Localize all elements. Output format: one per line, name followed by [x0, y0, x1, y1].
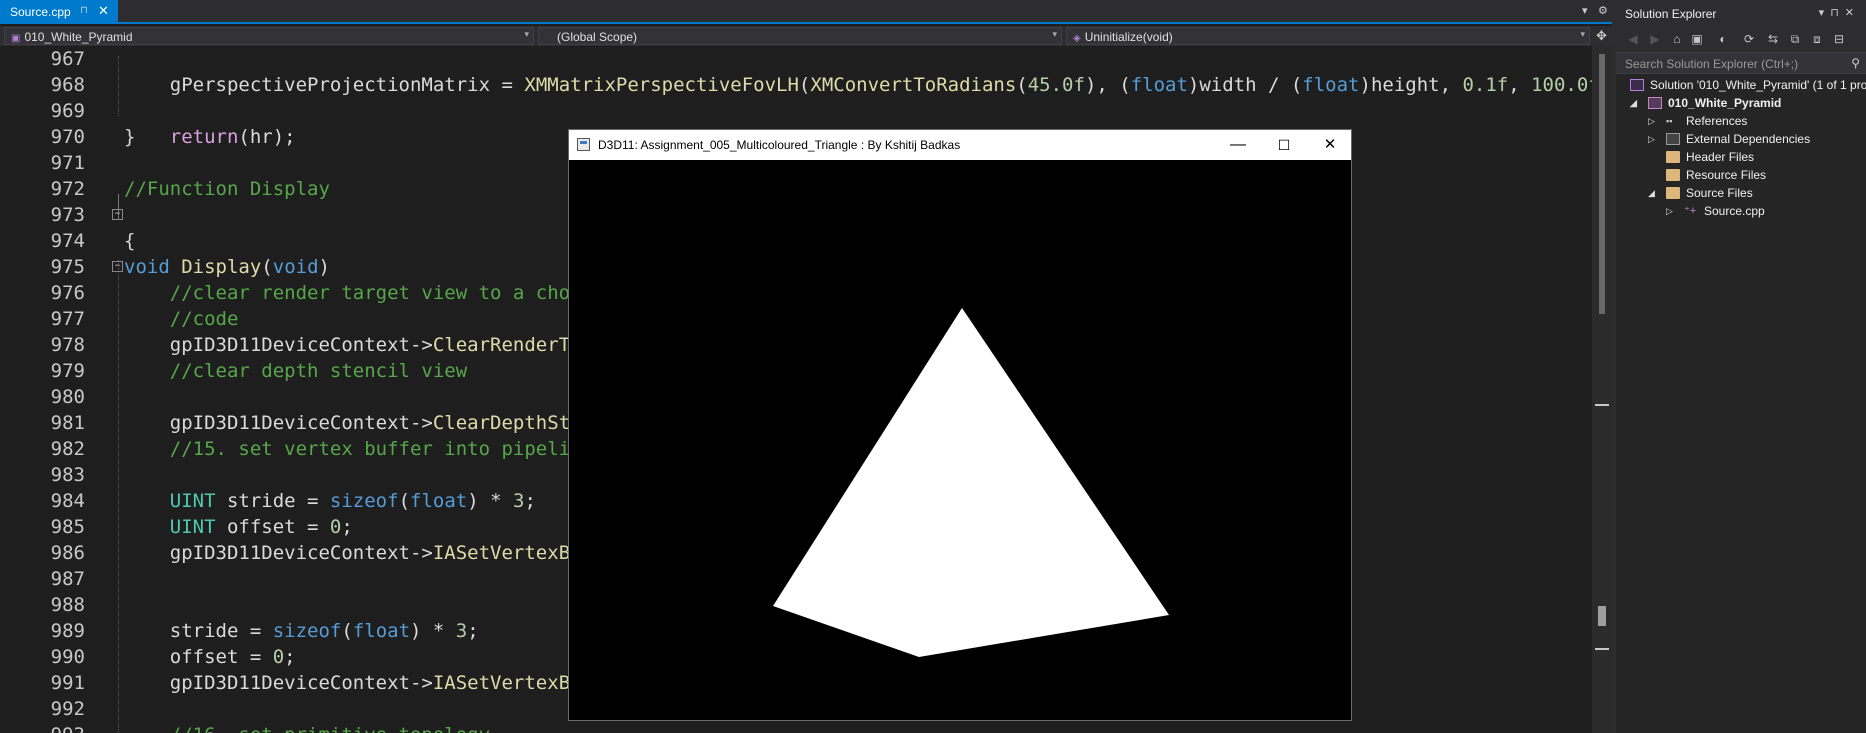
maximize-button[interactable]: ☐: [1261, 130, 1307, 160]
solution-explorer-panel: Solution Explorer ▾⊓✕ ◀ ▶ ⌂ ▣ ◐ ⟳ ⇆ ⧉ ⧈ …: [1612, 0, 1866, 733]
chevron-down-icon: ▾: [524, 29, 529, 39]
code-line: 975 − //code: [50, 256, 239, 330]
chevron-down-icon: ▾: [1052, 29, 1057, 39]
scope-dropdown[interactable]: (Global Scope) ▾: [538, 27, 1062, 45]
expand-arrow-icon[interactable]: ▷: [1648, 112, 1660, 130]
document-tab-strip: Source.cpp ⊓ ✕ ▾ ⚙: [0, 0, 1612, 24]
window-title: D3D11: Assignment_005_Multicoloured_Tria…: [598, 138, 961, 152]
code-line: 985 gpID3D11DeviceContext->IASetVertexBu: [50, 516, 582, 564]
expand-arrow-icon[interactable]: ▷: [1648, 130, 1660, 148]
render-svg: [773, 308, 1169, 657]
settings-gear-icon[interactable]: ⚙: [1598, 4, 1608, 17]
home-icon[interactable]: ⌂: [1670, 32, 1684, 46]
cpp-file-icon: ⁺+: [1684, 205, 1697, 217]
collapse-toggle-icon[interactable]: −: [112, 261, 123, 272]
folder-icon: [1666, 169, 1680, 181]
scroll-marker: [1595, 648, 1609, 650]
switch-views-icon[interactable]: ▣: [1690, 32, 1704, 46]
references-icon: [1666, 112, 1680, 130]
method-icon: ◈: [1073, 33, 1081, 44]
code-line: 977 gpID3D11DeviceContext->ClearRenderTa: [50, 308, 582, 356]
collapse-all-icon[interactable]: ⧉: [1788, 32, 1802, 46]
close-icon[interactable]: ✕: [1845, 7, 1860, 19]
forward-icon[interactable]: ▶: [1648, 32, 1662, 46]
collapse-arrow-icon[interactable]: ◢: [1648, 184, 1660, 202]
indent-guide: [118, 56, 119, 116]
tab-label: Source.cpp: [10, 5, 71, 19]
indent-guide: [118, 260, 119, 733]
folder-icon: [1666, 187, 1680, 199]
editor-vertical-scrollbar[interactable]: [1592, 46, 1612, 733]
code-line: 967 gPerspectiveProjectionMatrix = XMMat…: [50, 48, 1592, 96]
split-editor-icon[interactable]: ✥: [1596, 28, 1607, 44]
scroll-marker: [1595, 404, 1609, 406]
code-line: 973 − void Display(void): [50, 204, 330, 278]
render-viewport: [569, 160, 1351, 720]
collapse-arrow-icon[interactable]: ◢: [1630, 94, 1642, 112]
project-dropdown[interactable]: ▣ 010_White_Pyramid ▾: [4, 27, 534, 45]
pending-changes-icon[interactable]: ◐: [1716, 32, 1730, 46]
code-line: 984 UINT offset = 0;: [50, 490, 353, 538]
solution-icon: [1630, 79, 1644, 91]
solution-search-input[interactable]: Search Solution Explorer (Ctrl+;) ⚲: [1616, 52, 1866, 74]
tab-dropdown-icon[interactable]: ▾: [1582, 4, 1588, 17]
d3d11-render-window[interactable]: D3D11: Assignment_005_Multicoloured_Tria…: [568, 129, 1352, 721]
solution-tree: Solution '010_White_Pyramid' (1 of 1 pro…: [1616, 76, 1866, 716]
back-icon[interactable]: ◀: [1626, 32, 1640, 46]
properties-icon[interactable]: ⊟: [1832, 32, 1846, 46]
application-icon: [577, 138, 590, 151]
chevron-down-icon: ▾: [1580, 29, 1585, 39]
sync-icon[interactable]: ⇆: [1766, 32, 1780, 46]
close-icon[interactable]: ✕: [98, 3, 109, 19]
panel-header: Solution Explorer ▾⊓✕: [1616, 0, 1866, 26]
navigation-bar: ▣ 010_White_Pyramid ▾ (Global Scope) ▾ ◈ U…: [0, 26, 1612, 46]
code-line: 989 offset = 0;: [50, 620, 296, 668]
collapse-toggle-icon[interactable]: −: [112, 209, 123, 220]
white-pyramid-shape: [773, 308, 1169, 657]
search-icon: ⚲: [1851, 56, 1860, 70]
show-all-files-icon[interactable]: ⧈: [1810, 32, 1824, 46]
project-icon: ▣: [11, 33, 21, 44]
pin-icon[interactable]: ⊓: [80, 5, 88, 16]
tab-source-cpp[interactable]: Source.cpp ⊓ ✕: [0, 0, 118, 24]
code-line: 969 return(hr);: [50, 100, 296, 148]
window-title-bar[interactable]: D3D11: Assignment_005_Multicoloured_Tria…: [569, 130, 1351, 160]
code-line: 983 UINT stride = sizeof(float) * 3;: [50, 464, 536, 512]
pin-icon[interactable]: ⊓: [1830, 7, 1845, 19]
dropdown-icon[interactable]: ▾: [1819, 7, 1831, 19]
expand-arrow-icon[interactable]: ▷: [1666, 202, 1678, 220]
scrollbar-position-indicator: [1598, 606, 1606, 626]
history-icon[interactable]: ⟳: [1742, 32, 1756, 46]
minimize-button[interactable]: —: [1215, 130, 1261, 160]
external-dependencies-icon: [1666, 133, 1680, 145]
code-line: 988 stride = sizeof(float) * 3;: [50, 594, 479, 642]
code-line: 990 gpID3D11DeviceContext->IASetVertexBu: [50, 646, 582, 694]
code-line: 980 gpID3D11DeviceContext->ClearDepthSte: [50, 386, 582, 434]
member-dropdown[interactable]: ◈ Uninitialize(void) ▾: [1066, 27, 1590, 45]
close-button[interactable]: ✕: [1307, 130, 1353, 160]
scrollbar-thumb[interactable]: [1599, 54, 1605, 314]
folder-icon: [1666, 151, 1680, 163]
solution-explorer-toolbar: ◀ ▶ ⌂ ▣ ◐ ⟳ ⇆ ⧉ ⧈ ⊟: [1616, 26, 1866, 52]
project-icon: [1648, 97, 1662, 109]
